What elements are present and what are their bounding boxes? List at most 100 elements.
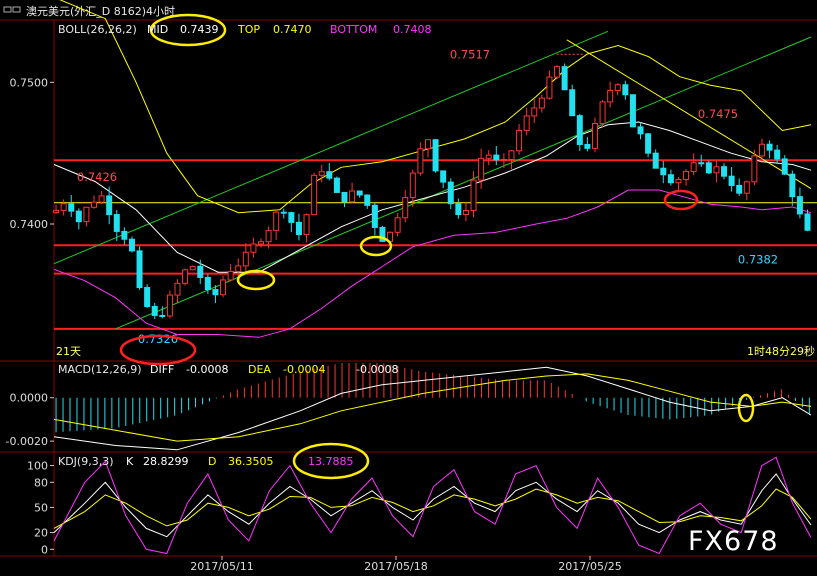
candle-body: [60, 203, 67, 211]
candle-body: [728, 175, 735, 186]
candle-body: [781, 158, 788, 175]
candle-body: [364, 194, 371, 206]
candle-body: [599, 101, 606, 124]
candle-body: [758, 143, 765, 157]
candle-body: [220, 279, 227, 296]
axis-tick-label: 80: [34, 476, 48, 489]
price-label: 0.7326: [138, 332, 178, 346]
window-title: 澳元美元(外汇_D 8162)4小时: [26, 5, 175, 18]
chart-canvas: 澳元美元(外汇_D 8162)4小时 0.7500 0.7400 0.7426 0.…: [0, 0, 817, 573]
candle-body: [804, 213, 811, 231]
candle-body: [341, 191, 348, 203]
candle-body: [796, 196, 803, 215]
boll-top-label: TOP: [237, 23, 260, 36]
annotations: [119, 13, 755, 480]
candle-body: [751, 155, 758, 183]
candle-body: [83, 206, 90, 223]
kdj-d-label: D: [208, 455, 216, 468]
kdj-title: KDJ(9,3,3): [58, 455, 114, 468]
macd-diff-value: -0.0008: [186, 363, 228, 376]
panel-frames: [0, 19, 817, 557]
kdj-axis: 100 80 50 20 0: [27, 460, 54, 556]
candle-body: [356, 190, 363, 196]
axis-tick-label: 20: [34, 527, 48, 540]
candle-body: [569, 89, 576, 117]
candle-body: [516, 129, 523, 152]
axis-tick-label: 0.7500: [10, 76, 49, 89]
candle-body: [204, 276, 211, 291]
candle-body: [561, 66, 568, 91]
kdj-j-value: 13.7885: [308, 455, 354, 468]
candle-body: [197, 265, 204, 278]
candle-body: [652, 152, 659, 169]
candle-body: [660, 167, 667, 176]
kdj-d-line: [53, 488, 812, 529]
candle-body: [531, 107, 538, 117]
status-left: 21天: [56, 345, 81, 358]
axis-tick-label: 0.7400: [10, 218, 49, 231]
date-label: 2017/05/18: [364, 560, 427, 573]
candle-body: [629, 94, 636, 128]
date-label: 2017/05/11: [190, 560, 253, 573]
candle-body: [394, 217, 401, 233]
macd-value: -0.0008: [356, 363, 398, 376]
boll-mid-label: MID: [147, 23, 168, 36]
candle-body: [698, 162, 705, 165]
candle-body: [295, 221, 302, 236]
price-axis: 0.7500 0.7400: [10, 76, 54, 231]
candle-body: [227, 270, 234, 281]
candle-body: [326, 171, 333, 179]
candle-body: [68, 203, 75, 212]
candle-body: [318, 171, 325, 176]
candle-body: [743, 181, 750, 194]
candle-body: [98, 195, 105, 203]
boll-top-value: 0.7470: [273, 23, 312, 36]
candle-body: [675, 178, 682, 184]
axis-tick-label: 0.0000: [10, 392, 49, 405]
candle-body: [235, 265, 242, 272]
candle-body: [614, 84, 621, 91]
candle-body: [242, 251, 249, 267]
trend-channel: [53, 30, 812, 330]
candle-body: [121, 230, 128, 240]
kdj-header: KDJ(9,3,3) K 28.8299 D 36.3505 13.7885: [58, 455, 354, 468]
candle-body: [705, 162, 712, 174]
candle-body: [371, 204, 378, 228]
candle-body: [53, 209, 60, 214]
price-label: 0.7426: [77, 170, 117, 184]
candle-body: [713, 166, 720, 174]
candle-body: [250, 243, 257, 253]
candle-body: [417, 148, 424, 174]
candle-body: [508, 150, 515, 160]
candle-body: [584, 143, 591, 149]
candle-body: [402, 197, 409, 219]
axis-tick-label: 0: [41, 543, 48, 556]
candle-body: [774, 149, 781, 160]
candle-body: [546, 76, 553, 99]
boll-title: BOLL(26,26,2): [58, 23, 137, 36]
candle-body: [523, 115, 530, 131]
boll-mid-value: 0.7439: [180, 23, 219, 36]
watermark: FX678: [688, 526, 779, 557]
candle-body: [166, 294, 173, 317]
candle-body: [622, 84, 629, 96]
candle-body: [447, 181, 454, 205]
macd-header: MACD(12,26,9) DIFF -0.0008 DEA -0.0004 -…: [58, 363, 398, 376]
macd-dea-label: DEA: [248, 363, 271, 376]
macd-axis: 0.0000 -0.0020: [6, 392, 54, 448]
status-right: 1时48分29秒: [747, 344, 815, 358]
candle-body: [538, 97, 545, 109]
candle-body: [75, 210, 82, 223]
candle-body: [151, 305, 158, 316]
channel-line: [115, 36, 812, 330]
channel-line: [53, 30, 609, 265]
candle-body: [113, 214, 120, 232]
candle-body: [591, 122, 598, 149]
price-label: 0.7475: [698, 107, 738, 121]
candle-body: [136, 250, 143, 289]
candle-body: [174, 282, 181, 296]
bollinger-bands: [53, 0, 812, 338]
macd-dea-value: -0.0004: [283, 363, 325, 376]
candle-body: [478, 157, 485, 181]
candle-body: [333, 177, 340, 193]
